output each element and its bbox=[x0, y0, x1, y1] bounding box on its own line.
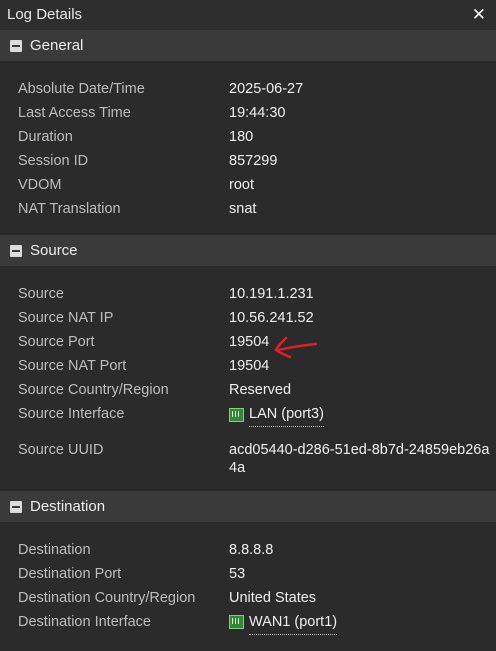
detail-value: 53 bbox=[229, 562, 496, 586]
network-interface-icon bbox=[229, 408, 244, 422]
detail-key: Destination Country/Region bbox=[0, 586, 229, 610]
detail-row: Source Port19504 bbox=[0, 330, 496, 354]
section-header-source[interactable]: Source bbox=[0, 235, 496, 266]
detail-value: 19:44:30 bbox=[229, 101, 496, 125]
detail-row: Last Access Time19:44:30 bbox=[0, 101, 496, 125]
section-title-destination: Destination bbox=[30, 498, 105, 515]
interface-label[interactable]: LAN (port3) bbox=[249, 402, 324, 427]
detail-row: Source NAT IP10.56.241.52 bbox=[0, 306, 496, 330]
close-icon[interactable]: ✕ bbox=[472, 5, 486, 25]
detail-key: Source bbox=[0, 282, 229, 306]
detail-value: 10.191.1.231 bbox=[229, 282, 496, 306]
detail-key: Last Access Time bbox=[0, 101, 229, 125]
detail-value: 19504 bbox=[229, 354, 496, 378]
detail-row: Source UUIDacd05440-d286-51ed-8b7d-24859… bbox=[0, 438, 496, 477]
detail-key: Source Interface bbox=[0, 402, 229, 426]
detail-row: Source Interface LAN (port3) bbox=[0, 402, 496, 430]
detail-key: Session ID bbox=[0, 149, 229, 173]
section-body-source: Source10.191.1.231 Source NAT IP10.56.24… bbox=[0, 266, 496, 491]
detail-value: root bbox=[229, 173, 496, 197]
detail-row: Source Country/RegionReserved bbox=[0, 378, 496, 402]
detail-key: Source NAT Port bbox=[0, 354, 229, 378]
network-interface-icon bbox=[229, 615, 244, 629]
detail-row: Destination Port53 bbox=[0, 562, 496, 586]
section-title-general: General bbox=[30, 37, 83, 54]
collapse-icon[interactable] bbox=[10, 40, 22, 52]
detail-key: Destination Interface bbox=[0, 610, 229, 634]
section-body-general: Absolute Date/Time2025-06-27 Last Access… bbox=[0, 61, 496, 235]
detail-value: 180 bbox=[229, 125, 496, 149]
dialog-title: Log Details bbox=[7, 6, 82, 23]
interface-link[interactable]: LAN (port3) bbox=[229, 402, 324, 427]
section-title-source: Source bbox=[30, 242, 78, 259]
detail-value: 857299 bbox=[229, 149, 496, 173]
detail-key: VDOM bbox=[0, 173, 229, 197]
detail-key: Source UUID bbox=[0, 438, 229, 462]
detail-value: snat bbox=[229, 197, 496, 221]
detail-row: Source NAT Port19504 bbox=[0, 354, 496, 378]
detail-value: 8.8.8.8 bbox=[229, 538, 496, 562]
annotation-arrow-icon bbox=[272, 335, 320, 361]
detail-value: LAN (port3) bbox=[229, 402, 496, 430]
interface-link[interactable]: WAN1 (port1) bbox=[229, 610, 337, 635]
detail-row: Destination8.8.8.8 bbox=[0, 538, 496, 562]
detail-row: Absolute Date/Time2025-06-27 bbox=[0, 77, 496, 101]
dialog-titlebar: Log Details ✕ bbox=[0, 0, 496, 30]
collapse-icon[interactable] bbox=[10, 501, 22, 513]
detail-value: 19504 bbox=[229, 330, 496, 354]
detail-value: 2025-06-27 bbox=[229, 77, 496, 101]
detail-value: Reserved bbox=[229, 378, 496, 402]
detail-row: VDOMroot bbox=[0, 173, 496, 197]
detail-row: Destination Country/RegionUnited States bbox=[0, 586, 496, 610]
collapse-icon[interactable] bbox=[10, 245, 22, 257]
section-body-destination: Destination8.8.8.8 Destination Port53 De… bbox=[0, 522, 496, 651]
detail-key: NAT Translation bbox=[0, 197, 229, 221]
detail-value: acd05440-d286-51ed-8b7d-24859eb26a4a bbox=[229, 438, 496, 477]
detail-key: Duration bbox=[0, 125, 229, 149]
section-header-destination[interactable]: Destination bbox=[0, 491, 496, 522]
detail-key: Absolute Date/Time bbox=[0, 77, 229, 101]
detail-value: 10.56.241.52 bbox=[229, 306, 496, 330]
detail-row: Duration180 bbox=[0, 125, 496, 149]
detail-key: Destination bbox=[0, 538, 229, 562]
section-header-general[interactable]: General bbox=[0, 30, 496, 61]
interface-label[interactable]: WAN1 (port1) bbox=[249, 610, 337, 635]
detail-row: Session ID857299 bbox=[0, 149, 496, 173]
detail-key: Destination Port bbox=[0, 562, 229, 586]
detail-key: Source Port bbox=[0, 330, 229, 354]
detail-row: NAT Translationsnat bbox=[0, 197, 496, 221]
detail-value: WAN1 (port1) bbox=[229, 610, 496, 638]
detail-key: Source NAT IP bbox=[0, 306, 229, 330]
detail-value: United States bbox=[229, 586, 496, 610]
detail-row: Source10.191.1.231 bbox=[0, 282, 496, 306]
detail-row: Destination Interface WAN1 (port1) bbox=[0, 610, 496, 638]
detail-key: Source Country/Region bbox=[0, 378, 229, 402]
